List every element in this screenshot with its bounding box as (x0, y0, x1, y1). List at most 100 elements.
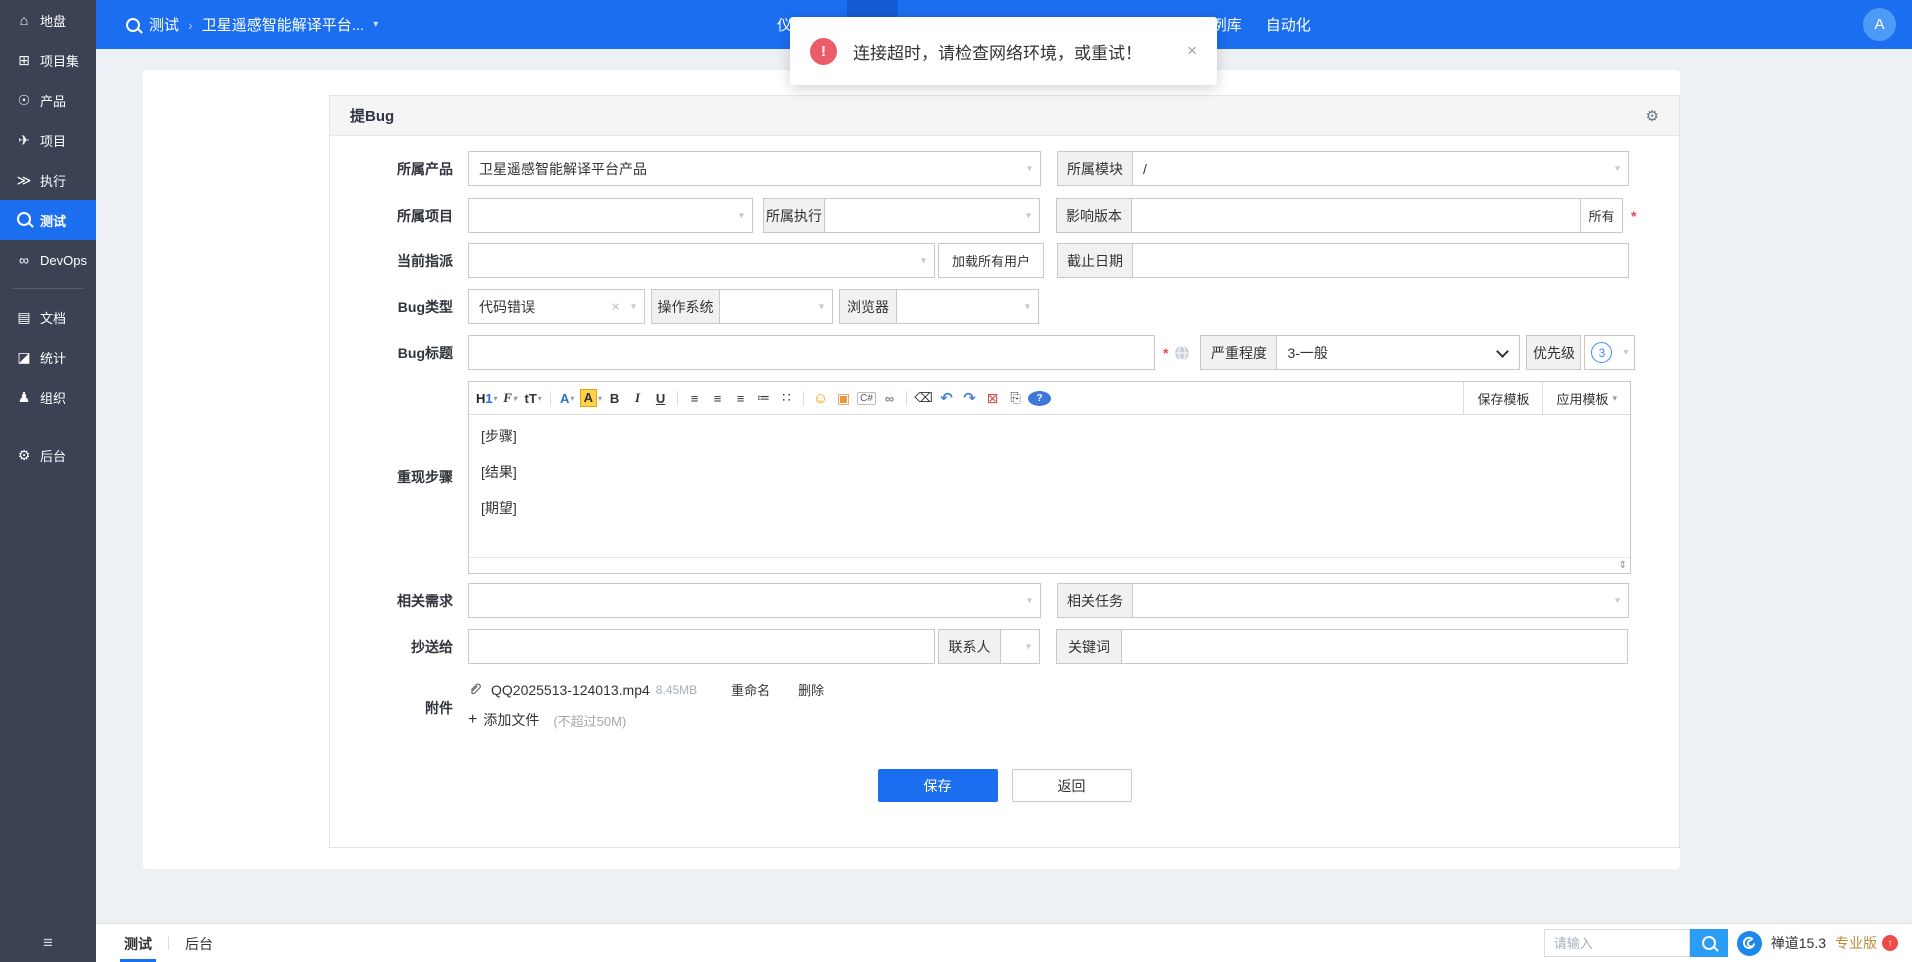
add-file-link[interactable]: 添加文件 (483, 710, 539, 730)
priority-select[interactable]: 3 ▾ (1584, 335, 1636, 370)
deadline-addon-label: 截止日期 (1057, 243, 1133, 278)
version-all-button[interactable]: 所有 (1580, 198, 1623, 233)
avatar[interactable]: A (1863, 8, 1896, 41)
unordered-list-icon[interactable]: ∷ (775, 386, 798, 410)
eraser-icon[interactable]: ⌫ (912, 386, 935, 410)
bottom-tab-qa[interactable]: 测试 (120, 924, 156, 962)
bug-type-value: 代码错误 (479, 298, 535, 315)
module-select-value: / (1143, 160, 1147, 177)
rename-file-link[interactable]: 重命名 (731, 680, 770, 699)
contacts-select[interactable] (1000, 629, 1040, 664)
paste-icon[interactable]: ⎘ (1004, 386, 1027, 410)
align-left-icon[interactable]: ≡ (683, 386, 706, 410)
file-name[interactable]: QQ2025513-124013.mp4 (491, 682, 650, 698)
assignee-select[interactable] (468, 243, 935, 278)
align-center-icon[interactable]: ≡ (706, 386, 729, 410)
redo-icon[interactable]: ↷ (958, 386, 981, 410)
font-size-icon[interactable]: tT (522, 386, 545, 410)
edition-label[interactable]: 专业版 (1835, 933, 1877, 953)
steps-line: [结果] (481, 464, 517, 480)
module-select[interactable]: / (1132, 151, 1629, 186)
font-family-icon[interactable]: F (499, 386, 522, 410)
underline-icon[interactable]: U (649, 386, 672, 410)
save-button[interactable]: 保存 (877, 769, 998, 802)
zentao-logo[interactable] (1736, 930, 1762, 956)
search-input[interactable] (1543, 929, 1690, 957)
fullscreen-icon[interactable]: ⊠ (981, 386, 1004, 410)
apply-template-button[interactable]: 应用模板 (1542, 382, 1630, 414)
sidebar-item-home[interactable]: ⌂ 地盘 (0, 0, 96, 40)
save-template-button[interactable]: 保存模板 (1463, 382, 1542, 414)
steps-editor-content[interactable]: [步骤] [结果] [期望] (469, 415, 1630, 543)
settings-gear-icon[interactable]: ⚙ (1646, 107, 1659, 125)
project-select[interactable] (468, 198, 753, 233)
task-select[interactable] (1132, 583, 1629, 618)
sidebar-item-project[interactable]: ✈ 项目 (0, 120, 96, 160)
mailto-input[interactable] (468, 629, 935, 664)
severity-addon-label: 严重程度 (1200, 335, 1278, 370)
delete-file-link[interactable]: 删除 (798, 680, 824, 699)
help-icon[interactable]: ? (1027, 386, 1052, 410)
os-select[interactable] (719, 289, 833, 324)
align-right-icon[interactable]: ≡ (729, 386, 752, 410)
breadcrumb-module[interactable]: 测试 (149, 14, 179, 35)
rocket-icon: ✈ (18, 131, 30, 148)
link-icon[interactable]: ∞ (878, 386, 901, 410)
upgrade-icon[interactable]: ↑ (1882, 935, 1898, 951)
ordered-list-icon[interactable]: ≔ (752, 386, 775, 410)
bulb-icon: ☉ (17, 91, 31, 108)
globe-icon[interactable] (1174, 345, 1190, 361)
keywords-input[interactable] (1121, 629, 1628, 664)
undo-icon[interactable]: ↶ (935, 386, 958, 410)
sidebar-item-execution[interactable]: ≫ 执行 (0, 160, 96, 200)
story-select[interactable] (468, 583, 1041, 618)
module-addon-label: 所属模块 (1057, 151, 1133, 186)
chart-icon: ◪ (17, 348, 31, 365)
close-icon[interactable]: × (1187, 41, 1197, 61)
highlight-color-icon[interactable]: A (579, 386, 603, 410)
product-select[interactable]: 卫星遥感智能解译平台产品 (468, 151, 1041, 186)
contacts-group: 联系人 (938, 629, 1040, 664)
bug-type-select[interactable]: 代码错误 (468, 289, 645, 324)
sidebar-item-program[interactable]: ⊞ 项目集 (0, 40, 96, 80)
editor-resize-bar[interactable] (469, 557, 1630, 573)
code-icon[interactable]: C# (855, 386, 878, 410)
resize-handle-icon[interactable] (1619, 560, 1627, 571)
steps-editor: H1 F tT A A B I U ≡ ≡ ≡ ≔ ∷ ☺ ▣ C# ∞ (468, 381, 1631, 574)
steps-line: [步骤] (481, 428, 517, 444)
bug-title-input[interactable] (468, 335, 1155, 370)
severity-select[interactable]: 3-一般 (1276, 335, 1521, 370)
sidebar-item-product[interactable]: ☉ 产品 (0, 80, 96, 120)
emoticon-icon[interactable]: ☺ (809, 386, 832, 410)
sidebar-item-report[interactable]: ◪ 统计 (0, 337, 96, 377)
menu-item-automation[interactable]: 自动化 (1254, 0, 1323, 49)
back-button[interactable]: 返回 (1011, 769, 1132, 802)
bottom-tab-admin[interactable]: 后台 (181, 924, 217, 962)
load-all-users-button[interactable]: 加载所有用户 (938, 243, 1044, 278)
deadline-input[interactable] (1132, 243, 1629, 278)
version-input[interactable] (1131, 198, 1581, 233)
main-content: 提Bug ⚙ 所属产品 卫星遥感智能解译平台产品 所属模块 / 所属项目 所属执… (143, 70, 1680, 869)
image-icon[interactable]: ▣ (832, 386, 855, 410)
sidebar-item-qa[interactable]: 测试 (0, 200, 96, 240)
execution-select[interactable] (824, 198, 1040, 233)
sidebar-item-label: 组织 (40, 390, 67, 406)
chevron-down-icon[interactable]: ▾ (373, 19, 378, 30)
heading-icon[interactable]: H1 (475, 386, 499, 410)
sidebar-item-org[interactable]: ♟ 组织 (0, 377, 96, 417)
breadcrumb-project[interactable]: 卫星遥感智能解译平台... (202, 14, 365, 35)
sidebar-item-devops[interactable]: ∞ DevOps (0, 240, 96, 280)
browser-select[interactable] (896, 289, 1039, 324)
browser-addon-label: 浏览器 (839, 289, 897, 324)
italic-icon[interactable]: I (626, 386, 649, 410)
search-button[interactable] (1689, 929, 1728, 957)
sidebar-item-doc[interactable]: ▤ 文档 (0, 297, 96, 337)
text-color-icon[interactable]: A (556, 386, 579, 410)
sidebar-collapse-button[interactable]: ≡ (0, 923, 96, 962)
form-row-project: 所属项目 所属执行 影响版本 所有 * (330, 198, 1636, 233)
plus-icon: + (468, 711, 478, 728)
sidebar-item-admin[interactable]: ⚙ 后台 (0, 435, 96, 475)
project-label: 所属项目 (397, 207, 453, 224)
bold-icon[interactable]: B (603, 386, 626, 410)
error-toast: ! 连接超时，请检查网络环境，或重试！ × (790, 17, 1217, 85)
